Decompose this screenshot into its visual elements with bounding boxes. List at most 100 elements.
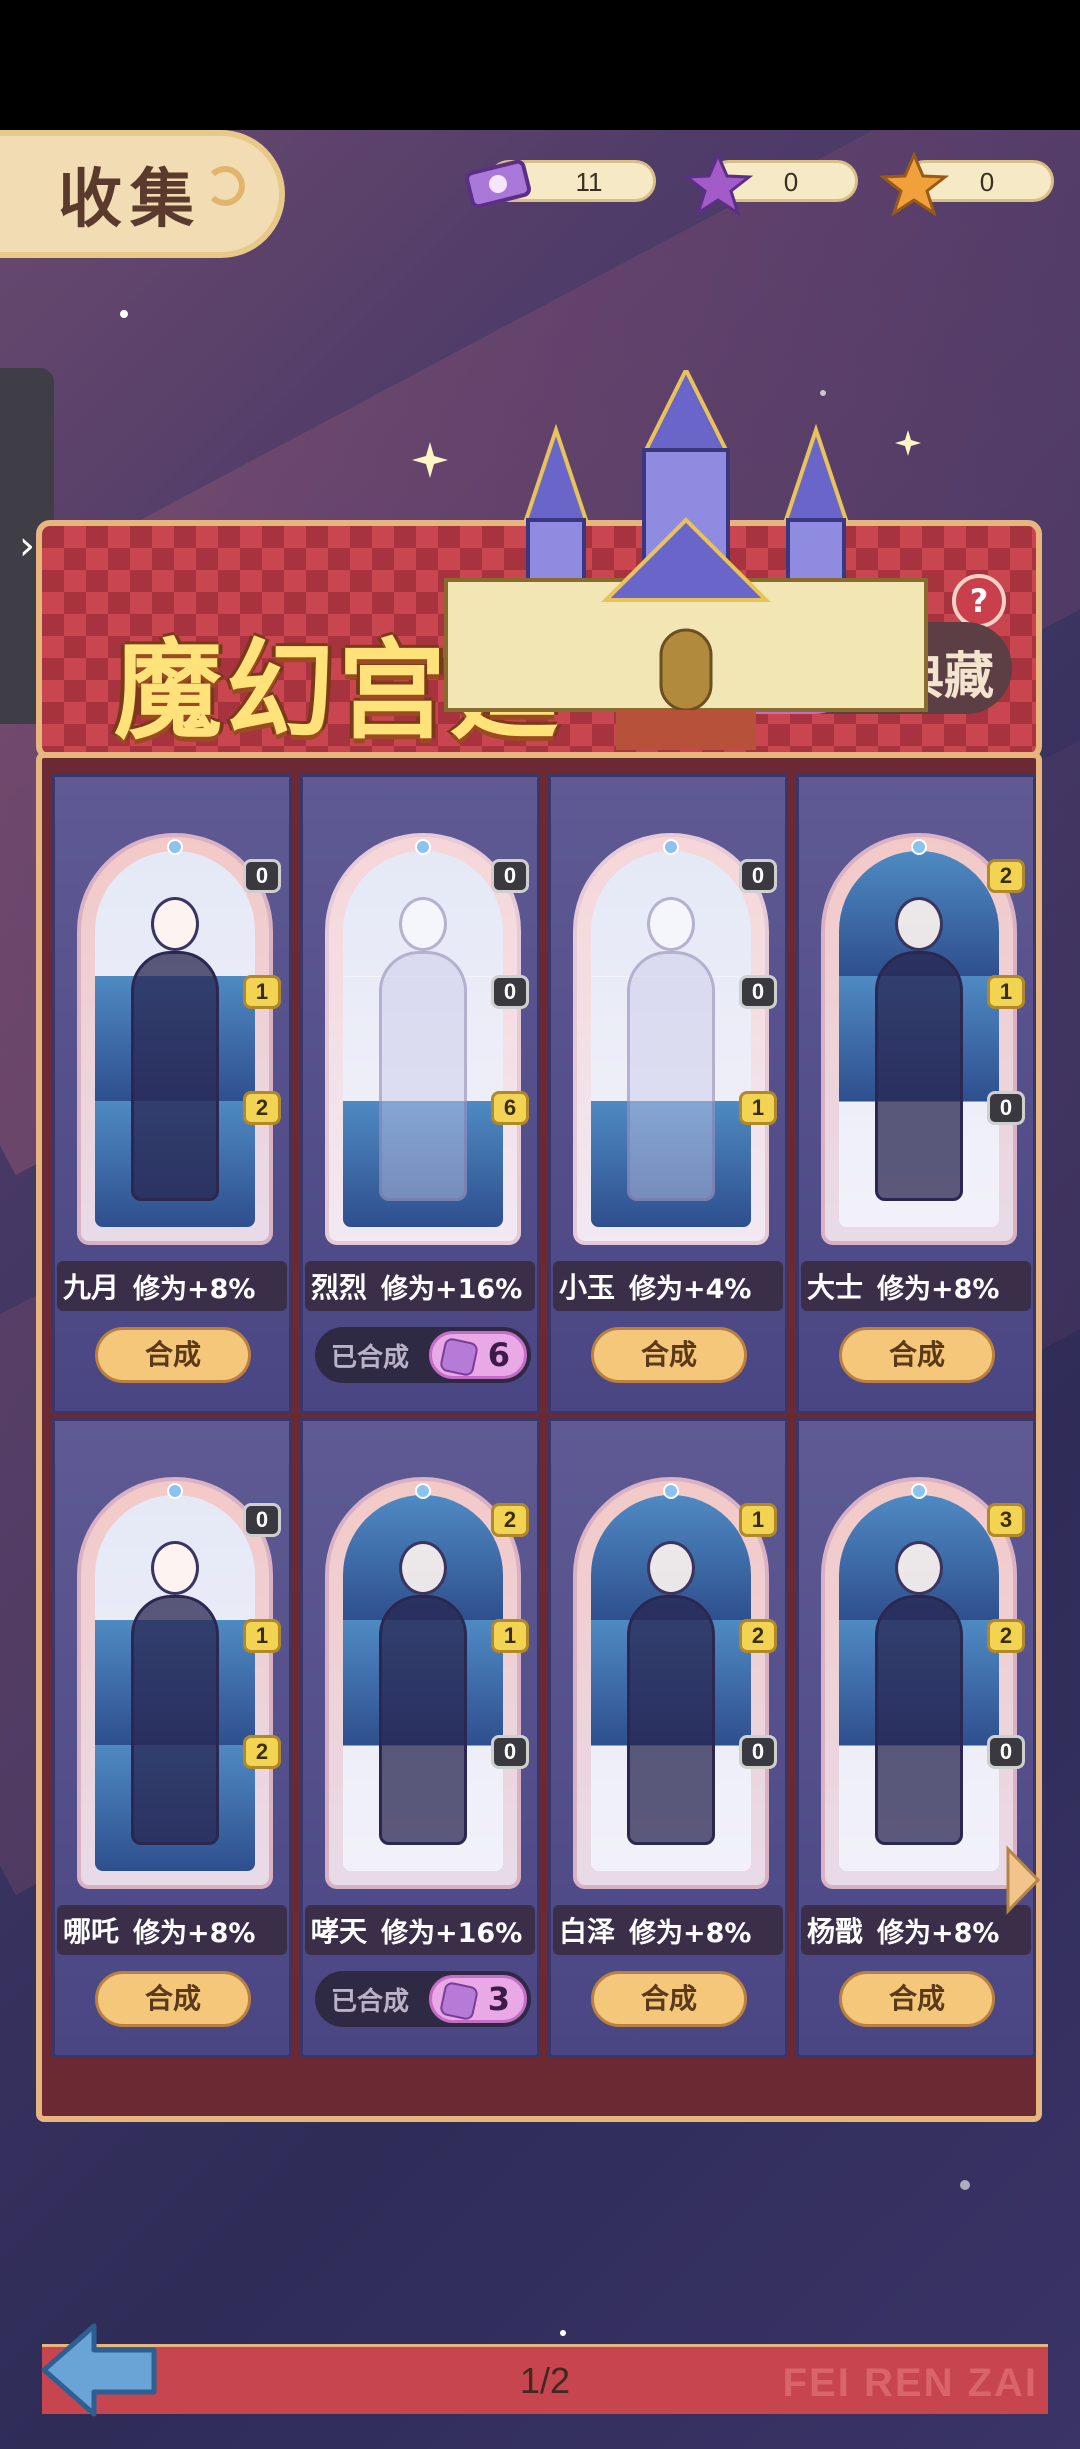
combined-status: 已合成 6 [315, 1327, 531, 1383]
character-portrait [821, 1477, 1017, 1889]
piece-count-badge: 1 [243, 975, 281, 1009]
combine-button[interactable]: 合成 [591, 1971, 747, 2027]
character-card[interactable]: 0 1 2 哪吒 修为+8% 合成 [52, 1418, 292, 2058]
puzzle-icon [438, 1336, 480, 1378]
gem-icon [415, 1483, 431, 1499]
character-name: 杨戬 [807, 1915, 864, 1948]
character-name-bar: 哮天 修为+16% [305, 1905, 535, 1955]
ticket-count: 11 [575, 167, 603, 197]
character-name: 小玉 [559, 1271, 616, 1304]
status-bar [0, 0, 1080, 130]
gem-icon [911, 839, 927, 855]
gem-icon [415, 839, 431, 855]
character-card[interactable]: 0 0 6 烈烈 修为+16% 已合成 6 [300, 774, 540, 1414]
orange-star-count: 0 [979, 167, 995, 197]
character-grid: 0 1 2 九月 修为+8% 合成 0 0 6 烈烈 修为+16% 已合成 6 0 0 1 小玉 修为+4% 合成 2… [52, 774, 1036, 2058]
piece-count-badge: 2 [987, 1619, 1025, 1653]
collection-screen: 收集 11 0 0 › 魔幻宫廷 ? 经典 典藏 [0, 0, 1080, 2449]
cultivation-bonus: 修为+8% [877, 1273, 1000, 1305]
character-figure [125, 1541, 225, 1861]
castle-icon [412, 370, 928, 750]
character-name-bar: 哪吒 修为+8% [57, 1905, 287, 1955]
shard-count-pill[interactable]: 3 [429, 1975, 527, 2023]
ticket-icon [465, 159, 531, 209]
piece-count-badge: 2 [243, 1091, 281, 1125]
piece-count-badge: 2 [491, 1503, 529, 1537]
character-card[interactable]: 2 1 0 大士 修为+8% 合成 [796, 774, 1036, 1414]
character-figure [869, 1541, 969, 1861]
resource-ticket: 11 [465, 159, 656, 209]
combine-button[interactable]: 合成 [591, 1327, 747, 1383]
character-portrait [573, 1477, 769, 1889]
character-card[interactable]: 0 0 1 小玉 修为+4% 合成 [548, 774, 788, 1414]
gem-icon [167, 839, 183, 855]
character-name-bar: 杨戬 修为+8% [801, 1905, 1031, 1955]
piece-count-badge: 2 [987, 859, 1025, 893]
resource-orange-star: 0 [879, 151, 1054, 217]
piece-count-badge: 0 [491, 859, 529, 893]
gem-icon [911, 1483, 927, 1499]
piece-count-badge: 1 [987, 975, 1025, 1009]
piece-count-badge: 1 [491, 1619, 529, 1653]
page-title: 收集 [0, 130, 285, 258]
character-name-bar: 白泽 修为+8% [553, 1905, 783, 1955]
character-grid-frame: 0 1 2 九月 修为+8% 合成 0 0 6 烈烈 修为+16% 已合成 6 0 0 1 小玉 修为+4% 合成 2… [36, 752, 1048, 2414]
back-arrow-icon[interactable] [40, 2320, 160, 2420]
character-card[interactable]: 3 2 0 杨戬 修为+8% 合成 [796, 1418, 1036, 2058]
cultivation-bonus: 修为+16% [381, 1917, 523, 1949]
combine-button[interactable]: 合成 [839, 1327, 995, 1383]
piece-count-badge: 1 [739, 1503, 777, 1537]
combine-button[interactable]: 合成 [839, 1971, 995, 2027]
next-page-arrow-icon[interactable] [1004, 1845, 1042, 1915]
cultivation-bonus: 修为+8% [629, 1917, 752, 1949]
character-name: 哪吒 [63, 1915, 120, 1948]
character-name: 九月 [63, 1271, 120, 1304]
character-portrait [821, 833, 1017, 1245]
shard-count-pill[interactable]: 6 [429, 1331, 527, 1379]
piece-count-badge: 1 [739, 1091, 777, 1125]
piece-count-badge: 1 [243, 1619, 281, 1653]
gem-icon [663, 839, 679, 855]
combined-status: 已合成 3 [315, 1971, 531, 2027]
character-portrait [77, 833, 273, 1245]
piece-count-badge: 0 [987, 1091, 1025, 1125]
cultivation-bonus: 修为+8% [877, 1917, 1000, 1949]
cultivation-bonus: 修为+16% [381, 1273, 523, 1305]
pagination-bar: 1/2 FEI REN ZAI [42, 2344, 1048, 2414]
character-figure [869, 897, 969, 1217]
character-name-bar: 小玉 修为+4% [553, 1261, 783, 1311]
purple-star-count: 0 [783, 167, 799, 197]
piece-count-badge: 0 [491, 1735, 529, 1769]
collection-panel: 魔幻宫廷 ? 经典 典藏 012九月修为+ [36, 370, 1048, 2414]
resource-purple-star: 0 [683, 151, 858, 217]
shard-count: 6 [487, 1336, 510, 1374]
character-card[interactable]: 0 1 2 九月 修为+8% 合成 [52, 774, 292, 1414]
character-name: 哮天 [311, 1915, 368, 1948]
gem-icon [663, 1483, 679, 1499]
puzzle-icon [438, 1980, 480, 2022]
page-indicator: 1/2 [519, 2359, 571, 2401]
piece-count-badge: 0 [739, 975, 777, 1009]
piece-count-badge: 0 [243, 859, 281, 893]
character-card[interactable]: 2 1 0 哮天 修为+16% 已合成 3 [300, 1418, 540, 2058]
piece-count-badge: 0 [739, 1735, 777, 1769]
character-portrait [325, 833, 521, 1245]
watermark: FEI REN ZAI [782, 2361, 1038, 2405]
piece-count-badge: 0 [243, 1503, 281, 1537]
piece-count-badge: 0 [987, 1735, 1025, 1769]
piece-count-badge: 2 [739, 1619, 777, 1653]
character-name: 烈烈 [311, 1271, 368, 1304]
cultivation-bonus: 修为+4% [629, 1273, 752, 1305]
character-figure [621, 897, 721, 1217]
gem-icon [167, 1483, 183, 1499]
shard-count: 3 [487, 1980, 510, 2018]
combine-button[interactable]: 合成 [95, 1327, 251, 1383]
character-name: 大士 [807, 1271, 864, 1304]
page-title-text: 收集 [58, 163, 202, 237]
character-portrait [77, 1477, 273, 1889]
character-figure [373, 897, 473, 1217]
character-figure [125, 897, 225, 1217]
ornament-curl [205, 166, 245, 206]
character-card[interactable]: 1 2 0 白泽 修为+8% 合成 [548, 1418, 788, 2058]
combine-button[interactable]: 合成 [95, 1971, 251, 2027]
